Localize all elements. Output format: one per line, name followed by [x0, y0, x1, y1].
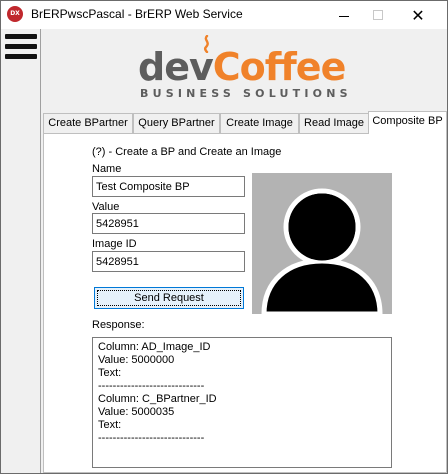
- bp-image-preview: [252, 173, 392, 314]
- maximize-icon: [373, 10, 383, 20]
- tab-create-image[interactable]: Create Image: [220, 113, 299, 133]
- value-label: Value: [92, 201, 120, 213]
- logo-coffee-text: Coffee: [212, 45, 347, 89]
- response-line: -----------------------------: [98, 380, 205, 392]
- window-title: BrERPwscPascal - BrERP Web Service: [31, 7, 243, 21]
- title-bar[interactable]: DX BrERPwscPascal - BrERP Web Service ✕: [1, 1, 447, 29]
- minimize-button[interactable]: [327, 1, 361, 29]
- tab-query-bpartner[interactable]: Query BPartner: [133, 113, 220, 133]
- tab-strip: Create BPartner Query BPartner Create Im…: [43, 111, 447, 134]
- logo-dev-text: dev: [138, 45, 214, 89]
- sidebar: [1, 29, 41, 473]
- main-content: devCoffee BUSINESS SOLUTIONS Create BPar…: [42, 29, 447, 473]
- hamburger-menu-icon[interactable]: [5, 33, 37, 61]
- name-input[interactable]: [92, 176, 245, 197]
- image-id-input[interactable]: [92, 251, 245, 272]
- composite-bp-panel: (?) - Create a BP and Create an Image Na…: [43, 133, 447, 473]
- response-line: -----------------------------: [98, 432, 205, 444]
- user-placeholder-icon: [261, 188, 383, 314]
- maximize-button[interactable]: [361, 1, 395, 29]
- devcoffee-logo: devCoffee BUSINESS SOLUTIONS: [138, 35, 358, 107]
- response-line: Value: 5000035: [98, 406, 175, 418]
- tab-read-image[interactable]: Read Image: [299, 113, 369, 133]
- tab-composite-bp[interactable]: Composite BP: [368, 111, 447, 134]
- value-input[interactable]: [92, 213, 245, 234]
- response-label: Response:: [92, 319, 145, 331]
- tab-create-bpartner[interactable]: Create BPartner: [43, 113, 133, 133]
- panel-heading: (?) - Create a BP and Create an Image: [92, 146, 282, 158]
- close-button[interactable]: ✕: [401, 1, 435, 29]
- response-line: Column: C_BPartner_ID: [98, 393, 217, 405]
- minimize-icon: [339, 15, 349, 17]
- app-window: DX BrERPwscPascal - BrERP Web Service ✕ …: [0, 0, 448, 474]
- response-line: Text:: [98, 419, 122, 431]
- response-line: Value: 5000000: [98, 354, 175, 366]
- image-id-label: Image ID: [92, 238, 137, 250]
- response-line: Column: AD_Image_ID: [98, 341, 211, 353]
- logo-wordmark: devCoffee: [138, 45, 347, 89]
- send-request-button[interactable]: Send Request: [94, 287, 244, 309]
- response-textarea[interactable]: Column: AD_Image_ID Value: 5000000 Text:…: [92, 337, 392, 468]
- response-line: Text:: [98, 367, 122, 379]
- name-label: Name: [92, 163, 122, 175]
- app-icon: DX: [7, 6, 23, 22]
- logo-tagline: BUSINESS SOLUTIONS: [140, 87, 352, 100]
- close-icon: ✕: [411, 5, 425, 25]
